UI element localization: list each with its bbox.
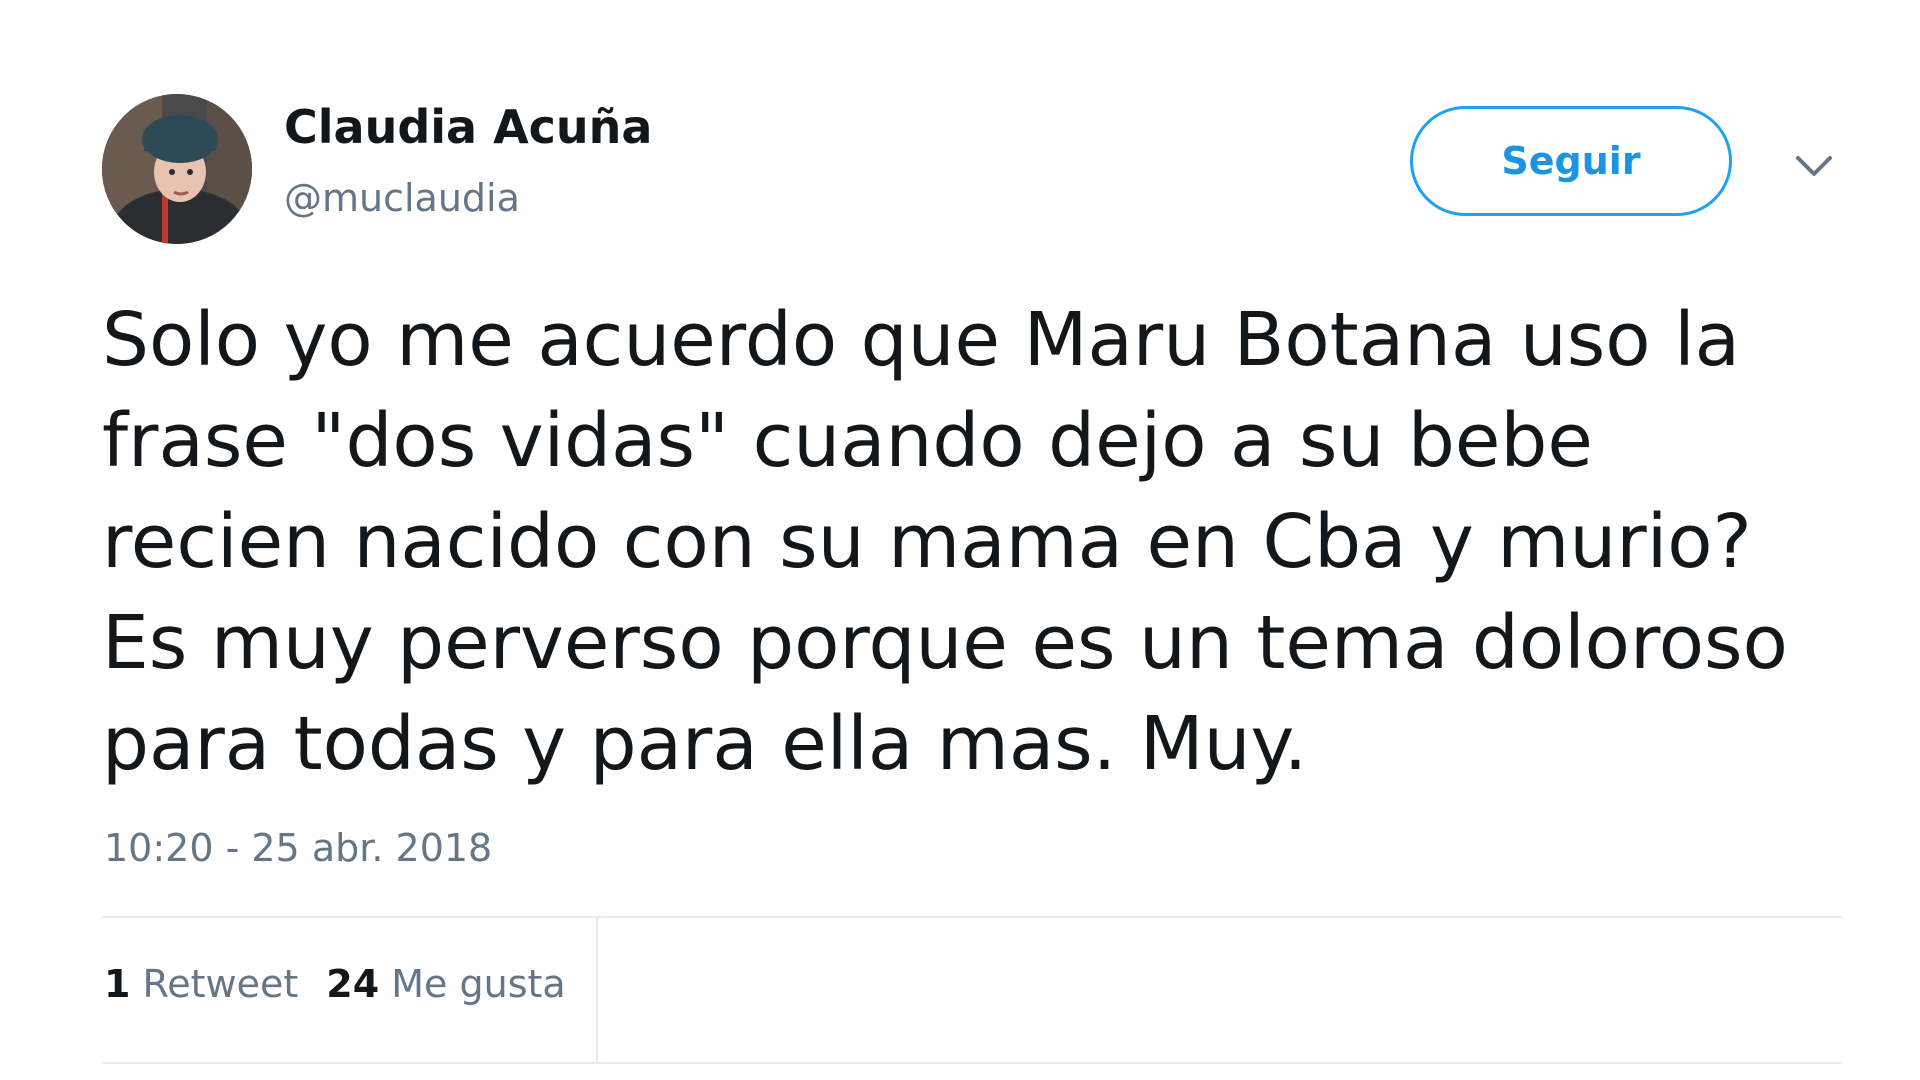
tweet-text-line: Solo yo me acuerdo que Maru Botana uso l…	[102, 297, 1740, 383]
likes-count: 24	[326, 962, 380, 1006]
retweets-label: Retweet	[142, 962, 299, 1006]
tweet-text-line: frase "dos vidas" cuando dejo a su bebe	[102, 398, 1593, 484]
retweets-count: 1	[104, 962, 131, 1006]
retweets-stat[interactable]: 1 Retweet	[104, 962, 298, 1006]
likes-label: Me gusta	[391, 962, 566, 1006]
tweet-card: Claudia Acuña @muclaudia Seguir Solo yo …	[0, 0, 1920, 1080]
tweet-text: Solo yo me acuerdo que Maru Botana uso l…	[102, 290, 1862, 795]
divider	[102, 916, 1842, 918]
divider	[102, 1062, 1842, 1064]
author-display-name[interactable]: Claudia Acuña	[284, 100, 652, 154]
tweet-timestamp[interactable]: 10:20 - 25 abr. 2018	[104, 826, 492, 870]
avatar-image	[102, 94, 252, 244]
author-handle[interactable]: @muclaudia	[284, 176, 520, 220]
chevron-down-icon[interactable]	[1790, 146, 1838, 186]
tweet-text-line: para todas y para ella mas. Muy.	[102, 701, 1308, 787]
stats-separator	[596, 918, 598, 1062]
tweet-text-line: Es muy perverso porque es un tema doloro…	[102, 600, 1788, 686]
tweet-text-line: recien nacido con su mama en Cba y murio…	[102, 499, 1752, 585]
follow-button[interactable]: Seguir	[1410, 106, 1732, 216]
avatar[interactable]	[102, 94, 252, 244]
likes-stat[interactable]: 24 Me gusta	[326, 962, 565, 1006]
tweet-stats: 1 Retweet 24 Me gusta	[104, 962, 594, 1006]
